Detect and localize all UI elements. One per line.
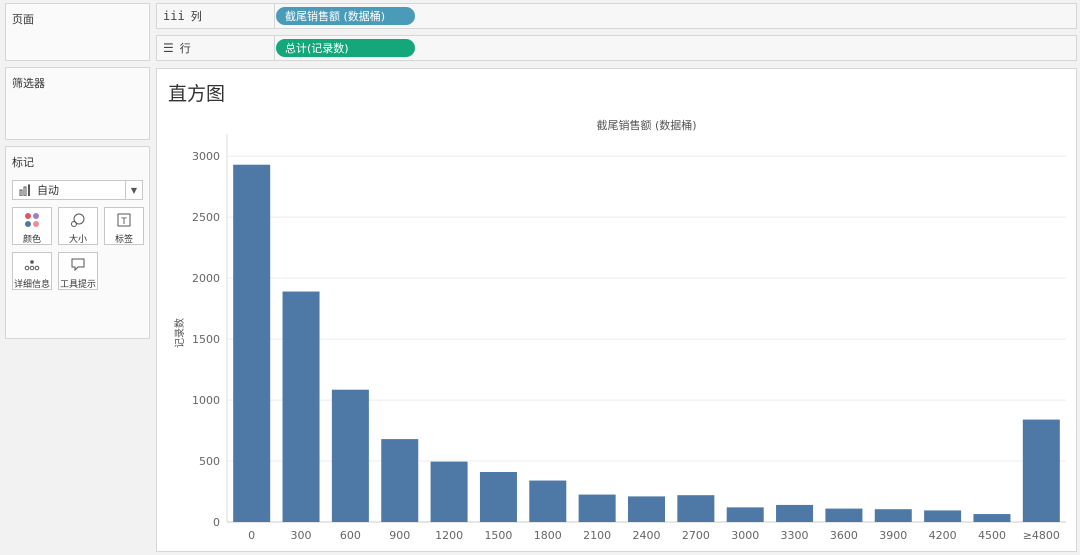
bar[interactable] (973, 514, 1011, 522)
bar[interactable] (578, 494, 616, 522)
rows-shelf-label: ☰ 行 (157, 36, 275, 60)
x-tick-label: 3900 (879, 529, 907, 542)
y-tick-label: 1500 (192, 333, 220, 346)
x-tick-label: 1500 (484, 529, 512, 542)
bar[interactable] (1022, 419, 1060, 522)
tooltip-button[interactable]: 工具提示 (58, 252, 98, 290)
size-label: 大小 (68, 235, 87, 245)
x-tick-label: 0 (248, 529, 255, 542)
x-tick-label: 2100 (583, 529, 611, 542)
bar[interactable] (924, 510, 962, 522)
filters-panel[interactable]: 筛选器 (5, 67, 150, 140)
y-tick-label: 0 (213, 516, 220, 529)
bar[interactable] (825, 508, 863, 522)
label-label: 标签 (114, 235, 133, 245)
columns-shelf-label: iii 列 (157, 4, 275, 28)
x-tick-label: 4500 (978, 529, 1006, 542)
tooltip-icon (59, 257, 97, 277)
bar[interactable] (479, 472, 517, 522)
color-icon (13, 212, 51, 232)
x-tick-label: 1200 (435, 529, 463, 542)
label-icon: T (105, 212, 143, 232)
size-button[interactable]: 大小 (58, 207, 98, 245)
svg-text:T: T (120, 217, 127, 227)
pages-panel[interactable]: 页面 (5, 3, 150, 61)
bar[interactable] (282, 291, 320, 522)
y-tick-label: 2000 (192, 272, 220, 285)
rows-shelf[interactable]: ☰ 行 总计(记录数) (156, 35, 1077, 61)
rows-label: 行 (179, 42, 191, 55)
columns-icon: iii (163, 9, 185, 23)
bar[interactable] (874, 509, 912, 522)
bar[interactable] (776, 504, 814, 522)
x-tick-label: 600 (340, 529, 361, 542)
x-tick-label: 3000 (731, 529, 759, 542)
mark-type-value: 自动 (37, 184, 59, 197)
bar[interactable] (677, 495, 715, 522)
color-label: 颜色 (22, 235, 41, 245)
bar[interactable] (381, 439, 419, 522)
chart-panel: 直方图 0 500 1000 1500 2000 2500 3000 截尾销售额 (数据桶) 记… (156, 68, 1077, 552)
rows-pill[interactable]: 总计(记录数) (276, 39, 415, 57)
y-axis-label: 记录数 (173, 318, 186, 348)
tooltip-label: 工具提示 (59, 280, 96, 290)
label-button[interactable]: T 标签 (104, 207, 144, 245)
x-tick-label: 4200 (929, 529, 957, 542)
detail-button[interactable]: 详细信息 (12, 252, 52, 290)
histogram-chart[interactable]: 0 500 1000 1500 2000 2500 3000 截尾销售额 (数据桶) 记录数 0 3… (157, 69, 1076, 551)
bar-chart-icon (19, 184, 30, 196)
x-tick-label: 1800 (534, 529, 562, 542)
y-tick-label: 500 (199, 455, 220, 468)
mark-type-dropdown[interactable]: 自动 ▼ (12, 180, 143, 200)
marks-panel: 标记 自动 ▼ 颜色 大小 T 标签 详细信息 工具提示 (5, 146, 150, 339)
marks-title: 标记 (12, 156, 34, 169)
size-icon (59, 212, 97, 232)
chart-title: 截尾销售额 (数据桶) (596, 118, 696, 132)
columns-label: 列 (190, 10, 202, 23)
bar[interactable] (627, 496, 666, 522)
columns-pill[interactable]: 截尾销售额 (数据桶) (276, 7, 415, 25)
bar[interactable] (529, 480, 567, 522)
bar[interactable] (430, 461, 468, 522)
bar[interactable] (726, 507, 764, 522)
detail-label: 详细信息 (13, 280, 50, 290)
color-button[interactable]: 颜色 (12, 207, 52, 245)
columns-shelf[interactable]: iii 列 截尾销售额 (数据桶) (156, 3, 1077, 29)
x-tick-label: 300 (291, 529, 312, 542)
x-tick-label: 2400 (633, 529, 661, 542)
x-tick-label: 3300 (781, 529, 809, 542)
chevron-down-icon[interactable]: ▼ (125, 181, 142, 199)
x-tick-label: ≥4800 (1023, 529, 1060, 542)
pages-title: 页面 (12, 13, 34, 26)
rows-icon: ☰ (163, 41, 174, 55)
x-tick-label: 900 (389, 529, 410, 542)
y-tick-label: 1000 (192, 394, 220, 407)
y-tick-label: 2500 (192, 211, 220, 224)
y-tick-label: 3000 (192, 150, 220, 163)
bar[interactable] (331, 389, 369, 522)
filters-title: 筛选器 (12, 77, 45, 90)
detail-icon (13, 257, 51, 277)
bar[interactable] (233, 164, 271, 522)
x-tick-label: 3600 (830, 529, 858, 542)
x-tick-label: 2700 (682, 529, 710, 542)
